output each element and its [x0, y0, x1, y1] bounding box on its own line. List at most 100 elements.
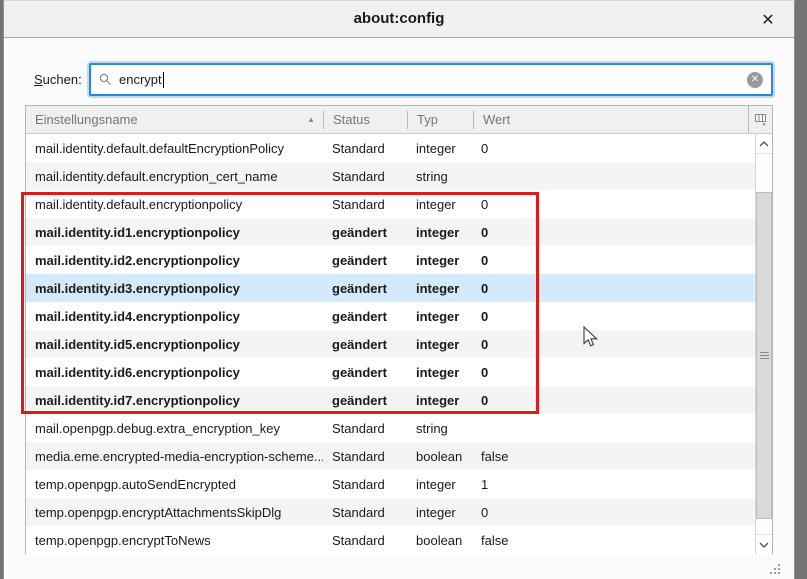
pref-name-cell: mail.identity.default.encryption_cert_na…: [26, 169, 323, 184]
pref-type-cell: integer: [407, 477, 472, 492]
pref-name-cell: mail.identity.id3.encryptionpolicy: [26, 281, 323, 296]
column-picker-button[interactable]: [748, 106, 772, 133]
pref-status-cell: Standard: [323, 533, 407, 548]
table-columns-icon: [754, 113, 768, 127]
text-caret: [163, 72, 164, 88]
pref-row[interactable]: mail.identity.id2.encryptionpolicygeände…: [26, 246, 756, 274]
search-label: Suchen:: [34, 72, 82, 87]
vertical-scrollbar[interactable]: [755, 134, 772, 554]
pref-value-cell: 0: [472, 253, 756, 268]
pref-status-cell: Standard: [323, 421, 407, 436]
scroll-down-button[interactable]: [756, 534, 772, 554]
pref-row[interactable]: media.eme.encrypted-media-encryption-sch…: [26, 442, 756, 470]
close-icon: ✕: [761, 10, 774, 30]
pref-status-cell: Standard: [323, 141, 407, 156]
pref-type-cell: integer: [407, 281, 472, 296]
chevron-up-icon: [759, 141, 769, 147]
pref-value-cell: 0: [472, 505, 756, 520]
pref-status-cell: Standard: [323, 477, 407, 492]
pref-status-cell: geändert: [323, 393, 407, 408]
pref-row[interactable]: mail.identity.id6.encryptionpolicygeände…: [26, 358, 756, 386]
pref-value-cell: 0: [472, 393, 756, 408]
pref-type-cell: integer: [407, 141, 472, 156]
column-header-name[interactable]: Einstellungsname ▲: [26, 106, 323, 133]
column-header-status[interactable]: Status: [324, 106, 407, 133]
pref-status-cell: geändert: [323, 337, 407, 352]
table-header: Einstellungsname ▲ Status Typ Wert: [26, 106, 772, 134]
close-button[interactable]: ✕: [755, 7, 781, 33]
pref-type-cell: integer: [407, 197, 472, 212]
resize-grip[interactable]: [768, 562, 781, 575]
pref-row[interactable]: mail.identity.default.encryptionpolicySt…: [26, 190, 756, 218]
pref-type-cell: string: [407, 169, 472, 184]
pref-value-cell: 0: [472, 225, 756, 240]
pref-row[interactable]: mail.identity.id5.encryptionpolicygeände…: [26, 330, 756, 358]
pref-name-cell: mail.identity.id5.encryptionpolicy: [26, 337, 323, 352]
pref-value-cell: 0: [472, 309, 756, 324]
pref-name-cell: mail.identity.id4.encryptionpolicy: [26, 309, 323, 324]
pref-value-cell: false: [472, 449, 756, 464]
pref-row[interactable]: mail.identity.id3.encryptionpolicygeände…: [26, 274, 756, 302]
pref-type-cell: integer: [407, 505, 472, 520]
pref-row[interactable]: temp.openpgp.autoSendEncryptedStandardin…: [26, 470, 756, 498]
pref-value-cell: 0: [472, 337, 756, 352]
pref-status-cell: Standard: [323, 169, 407, 184]
pref-name-cell: mail.identity.default.defaultEncryptionP…: [26, 141, 323, 156]
scroll-up-button[interactable]: [756, 134, 772, 154]
pref-status-cell: geändert: [323, 225, 407, 240]
search-input[interactable]: encrypt ✕: [89, 63, 773, 96]
column-header-wert[interactable]: Wert: [474, 106, 748, 133]
pref-type-cell: integer: [407, 253, 472, 268]
pref-value-cell: 0: [472, 141, 756, 156]
pref-row[interactable]: mail.identity.default.defaultEncryptionP…: [26, 134, 756, 162]
pref-name-cell: media.eme.encrypted-media-encryption-sch…: [26, 449, 323, 464]
pref-status-cell: geändert: [323, 281, 407, 296]
pref-type-cell: integer: [407, 225, 472, 240]
pref-type-cell: integer: [407, 309, 472, 324]
pref-name-cell: mail.identity.id7.encryptionpolicy: [26, 393, 323, 408]
pref-row[interactable]: mail.identity.id1.encryptionpolicygeände…: [26, 218, 756, 246]
titlebar: about:config ✕: [4, 1, 794, 38]
pref-type-cell: integer: [407, 337, 472, 352]
scrollbar-grip: [760, 350, 769, 361]
pref-name-cell: temp.openpgp.autoSendEncrypted: [26, 477, 323, 492]
pref-status-cell: Standard: [323, 197, 407, 212]
pref-name-cell: mail.identity.default.encryptionpolicy: [26, 197, 323, 212]
pref-name-cell: mail.identity.id2.encryptionpolicy: [26, 253, 323, 268]
pref-type-cell: boolean: [407, 533, 472, 548]
pref-type-cell: integer: [407, 393, 472, 408]
column-header-typ[interactable]: Typ: [408, 106, 473, 133]
pref-status-cell: geändert: [323, 365, 407, 380]
pref-status-cell: geändert: [323, 309, 407, 324]
pref-status-cell: Standard: [323, 449, 407, 464]
pref-name-cell: temp.openpgp.encryptAttachmentsSkipDlg: [26, 505, 323, 520]
search-icon: [99, 73, 112, 86]
pref-name-cell: mail.openpgp.debug.extra_encryption_key: [26, 421, 323, 436]
scrollbar-thumb[interactable]: [756, 192, 772, 519]
pref-value-cell: 0: [472, 365, 756, 380]
pref-name-cell: mail.identity.id1.encryptionpolicy: [26, 225, 323, 240]
pref-value-cell: false: [472, 533, 756, 548]
clear-search-button[interactable]: ✕: [747, 72, 763, 88]
pref-row[interactable]: temp.openpgp.encryptAttachmentsSkipDlgSt…: [26, 498, 756, 526]
pref-value-cell: 1: [472, 477, 756, 492]
pref-type-cell: boolean: [407, 449, 472, 464]
pref-type-cell: string: [407, 421, 472, 436]
prefs-table: Einstellungsname ▲ Status Typ Wert mail.…: [25, 105, 773, 554]
pref-name-cell: temp.openpgp.encryptToNews: [26, 533, 323, 548]
pref-row[interactable]: temp.openpgp.encryptToNewsStandardboolea…: [26, 526, 756, 554]
pref-status-cell: geändert: [323, 253, 407, 268]
pref-name-cell: mail.identity.id6.encryptionpolicy: [26, 365, 323, 380]
pref-row[interactable]: mail.openpgp.debug.extra_encryption_keyS…: [26, 414, 756, 442]
prefs-table-body: mail.identity.default.defaultEncryptionP…: [26, 134, 756, 554]
pref-row[interactable]: mail.identity.default.encryption_cert_na…: [26, 162, 756, 190]
window-title: about:config: [4, 10, 794, 27]
pref-value-cell: 0: [472, 281, 756, 296]
pref-row[interactable]: mail.identity.id4.encryptionpolicygeände…: [26, 302, 756, 330]
sort-ascending-icon: ▲: [307, 115, 315, 124]
pref-row[interactable]: mail.identity.id7.encryptionpolicygeände…: [26, 386, 756, 414]
search-query-text: encrypt: [119, 72, 162, 87]
config-editor-window: about:config ✕ Suchen: encrypt ✕ Einstel…: [3, 0, 795, 579]
pref-status-cell: Standard: [323, 505, 407, 520]
pref-type-cell: integer: [407, 365, 472, 380]
